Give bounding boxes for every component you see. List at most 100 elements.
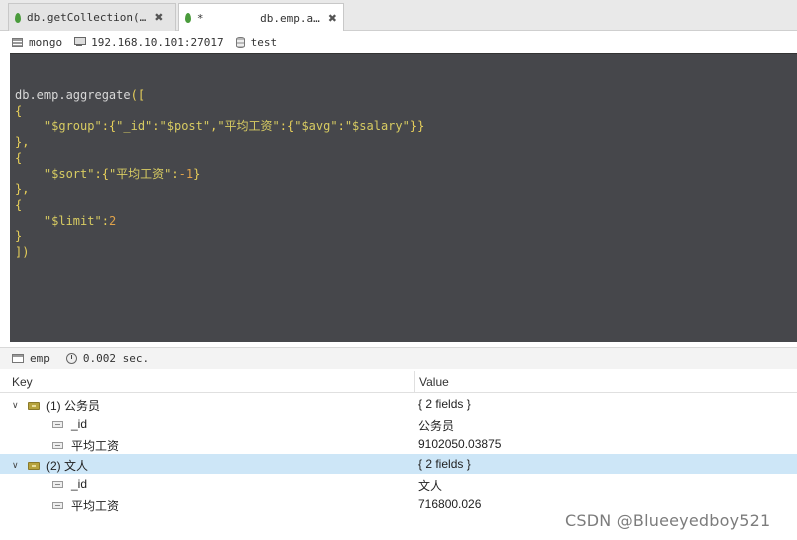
close-icon[interactable]: ✖ <box>154 11 163 24</box>
connection-bar: mongo 192.168.10.101:27017 test <box>0 31 797 53</box>
code-token: "$group" <box>43 119 102 134</box>
tab-label: db.getCollection(… <box>27 11 147 24</box>
document-icon <box>28 401 40 410</box>
results-status-bar: emp 0.002 sec. <box>0 347 797 369</box>
execution-time: 0.002 sec. <box>82 352 150 365</box>
network-icon <box>74 37 87 47</box>
code-line: "$group":{"_id":"$post","平均工资":{"$avg":"… <box>15 119 424 135</box>
field-row[interactable]: _id 文人 <box>0 474 797 494</box>
code-token: "平均工资" <box>217 119 280 134</box>
query-editor[interactable]: db.emp.aggregate([{ "$group":{"_id":"$po… <box>10 53 797 342</box>
field-icon <box>52 502 63 509</box>
row-key-label: (1) 公务员 <box>46 399 101 413</box>
database-icon <box>235 36 245 48</box>
mongo-leaf-icon <box>185 13 191 23</box>
code-token: { <box>15 197 23 212</box>
code-token: : <box>171 166 179 181</box>
code-token: "$post" <box>159 119 211 134</box>
code-line: { <box>15 151 424 167</box>
table-icon <box>12 354 24 363</box>
row-key-label: _id <box>71 477 88 491</box>
code-token: } <box>15 229 23 244</box>
tab-emp-aggregate[interactable]: * db.emp.a… ✖ <box>178 3 344 32</box>
row-value: { 2 fields } <box>418 457 471 471</box>
chevron-down-icon[interactable]: ∨ <box>12 401 20 411</box>
document-row[interactable]: ∨ (1) 公务员 { 2 fields } <box>0 394 797 414</box>
key-column-header[interactable]: Key <box>12 375 33 389</box>
row-key: ∨ (1) 公务员 <box>12 397 100 414</box>
mongo-leaf-icon <box>15 12 21 23</box>
chevron-down-icon[interactable]: ∨ <box>12 461 20 471</box>
collection-name: emp <box>30 352 50 365</box>
tab-bar: db.getCollection(… ✖ * db.emp.a… ✖ <box>0 0 797 32</box>
code-token: :{ <box>279 119 295 134</box>
code-token: :{ <box>94 166 109 181</box>
server-icon <box>12 37 23 47</box>
code-token: { <box>15 150 23 165</box>
watermark: CSDN @Blueeyedboy521 <box>565 511 771 530</box>
code-token: : <box>101 213 109 228</box>
row-key: ∨ (2) 文人 <box>12 457 88 474</box>
query-code[interactable]: db.emp.aggregate([{ "$group":{"_id":"$po… <box>15 88 424 261</box>
code-token: 2 <box>108 213 117 228</box>
row-key-label: (2) 文人 <box>46 459 89 473</box>
row-value: 文人 <box>418 479 443 493</box>
code-token: : <box>152 119 160 134</box>
code-token: "_id" <box>116 119 153 134</box>
field-row[interactable]: 平均工资 9102050.03875 <box>0 434 797 454</box>
code-token: : <box>337 119 345 134</box>
code-line: db.emp.aggregate([ <box>15 88 424 104</box>
code-token: }} <box>409 119 425 134</box>
row-value: 716800.026 <box>418 497 482 511</box>
row-value: { 2 fields } <box>418 397 471 411</box>
code-token: "$limit" <box>43 213 102 228</box>
row-key-label: 平均工资 <box>71 499 120 513</box>
document-icon <box>28 461 40 470</box>
row-key-label: _id <box>71 417 88 431</box>
tab-label: db.emp.a… <box>260 11 320 25</box>
row-key: _id <box>52 417 87 431</box>
code-line: ]) <box>15 245 424 261</box>
code-token: db.emp.aggregate <box>15 88 131 102</box>
code-line: "$limit":2 <box>15 214 424 230</box>
code-token: }, <box>15 182 30 197</box>
code-token: "$salary" <box>344 119 410 134</box>
code-token: { <box>15 103 23 118</box>
document-row[interactable]: ∨ (2) 文人 { 2 fields } <box>0 454 797 474</box>
row-key: 平均工资 <box>52 437 119 454</box>
tab-get-collection[interactable]: db.getCollection(… ✖ <box>8 3 176 31</box>
code-token: ([ <box>130 88 146 102</box>
close-icon[interactable]: ✖ <box>328 12 337 25</box>
column-divider[interactable] <box>414 371 415 393</box>
field-icon <box>52 442 63 449</box>
row-key-label: 平均工资 <box>71 439 120 453</box>
code-token: "$avg" <box>294 119 338 134</box>
field-row[interactable]: _id 公务员 <box>0 414 797 434</box>
code-token: -1 <box>178 166 194 181</box>
code-token: "$sort" <box>43 166 95 181</box>
code-line: "$sort":{"平均工资":-1} <box>15 167 424 183</box>
clock-icon <box>65 353 77 364</box>
database-name[interactable]: test <box>235 36 277 49</box>
server-name[interactable]: mongo <box>12 36 62 49</box>
code-line: { <box>15 104 424 120</box>
code-line: }, <box>15 182 424 198</box>
code-token: } <box>193 166 201 181</box>
row-value: 9102050.03875 <box>418 437 502 451</box>
code-token: }, <box>15 135 30 150</box>
row-value: 公务员 <box>418 419 455 433</box>
field-icon <box>52 480 63 488</box>
server-address[interactable]: 192.168.10.101:27017 <box>74 36 224 49</box>
row-key: 平均工资 <box>52 497 119 514</box>
code-token: :{ <box>101 119 117 134</box>
row-key: _id <box>52 477 87 491</box>
value-column-header[interactable]: Value <box>419 375 449 389</box>
results-header: Key Value <box>0 371 797 393</box>
field-icon <box>52 420 63 428</box>
code-line: }, <box>15 135 424 151</box>
code-token: ]) <box>15 245 30 260</box>
modified-indicator: * <box>196 11 204 25</box>
